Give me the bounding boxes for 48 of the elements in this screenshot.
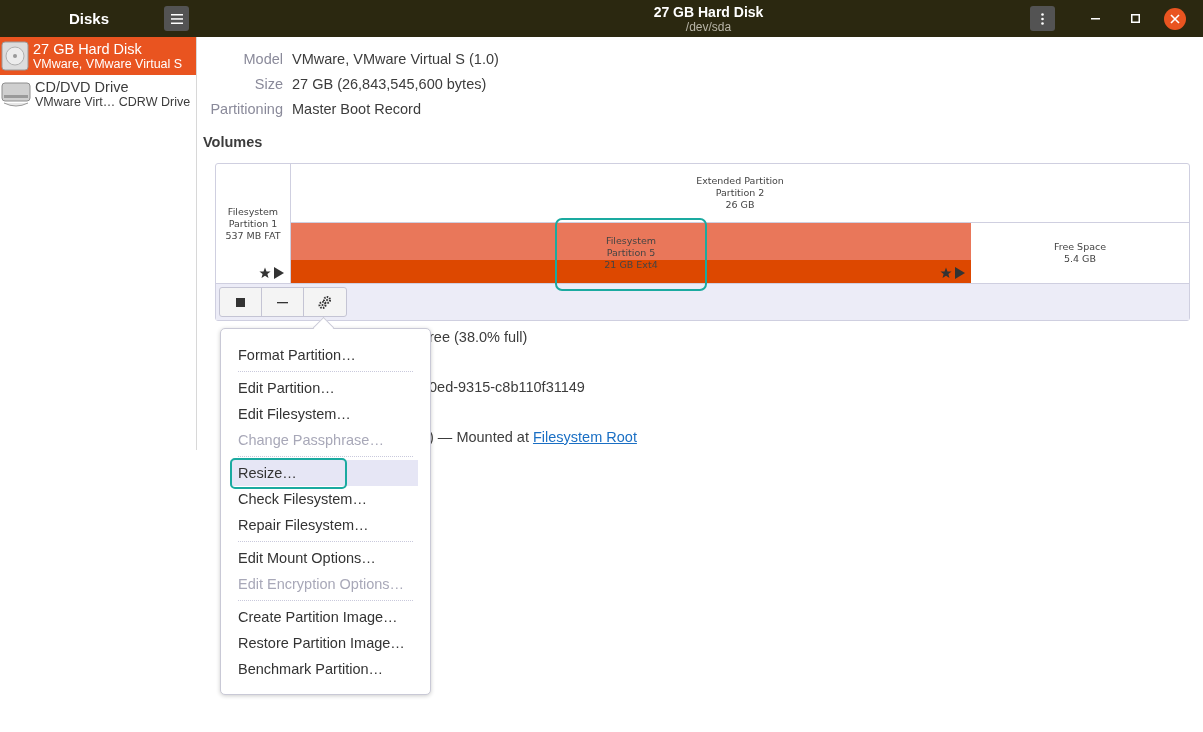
drive-model: VMware, VMware Virtual S (33, 57, 183, 71)
menu-item[interactable]: Resize… (230, 460, 418, 486)
app-title: Disks (68, 10, 110, 27)
field-label: Partitioning (209, 100, 283, 119)
menu-item[interactable]: Restore Partition Image… (230, 630, 418, 656)
kebab-icon (1041, 12, 1044, 25)
close-icon (1164, 7, 1186, 30)
drive-item[interactable]: 27 GB Hard Disk VMware, VMware Virtual S (0, 37, 196, 75)
more-button[interactable] (1030, 6, 1055, 31)
optical-drive-icon (1, 79, 31, 109)
free-space-block[interactable]: Free Space 5.4 GB (971, 223, 1189, 283)
field-value: Master Boot Record (292, 100, 422, 119)
drive-item[interactable]: CD/DVD Drive VMware Virt… CDRW Drive (0, 75, 196, 113)
menu-item[interactable]: Edit Mount Options… (230, 545, 418, 571)
section-heading: Volumes (203, 133, 264, 152)
menu-item[interactable]: Edit Filesystem… (230, 401, 418, 427)
menu-item[interactable]: Create Partition Image… (230, 604, 418, 630)
star-icon (940, 267, 952, 279)
partition-label: Filesystem Partition 5 21 GB Ext4 (604, 235, 658, 271)
gears-icon (318, 295, 332, 309)
menu-item[interactable]: Format Partition… (230, 342, 418, 368)
drive-name: CD/DVD Drive (35, 79, 130, 95)
field-value: 0ed-9315-c8b110f31149 (429, 378, 586, 397)
drive-name: 27 GB Hard Disk (33, 41, 143, 57)
window-subtitle: /dev/sda (685, 19, 732, 34)
partition-block[interactable]: Filesystem Partition 5 21 GB Ext4 (291, 223, 971, 283)
stop-icon (235, 296, 246, 308)
play-icon (274, 267, 284, 279)
partition-label: Filesystem Partition 1 537 MB FAT (225, 205, 281, 242)
field-label: Model (242, 50, 283, 69)
drive-model: VMware Virt… CDRW Drive (35, 95, 191, 109)
menu-item[interactable]: Edit Partition… (230, 375, 418, 401)
menu-icon (170, 13, 183, 24)
partition-label: Extended Partition Partition 2 26 GB (696, 175, 784, 211)
menu-item[interactable]: Check Filesystem… (230, 486, 418, 512)
menu-item[interactable]: Repair Filesystem… (230, 512, 418, 538)
window-title: 27 GB Hard Disk (653, 3, 764, 20)
mount-link[interactable]: Filesystem Root (532, 429, 637, 445)
menu-item[interactable]: Benchmark Partition… (230, 656, 418, 682)
menu-button[interactable] (164, 6, 189, 31)
maximize-icon (1130, 14, 1140, 23)
minimize-icon (1090, 17, 1100, 20)
star-icon (259, 267, 271, 279)
play-icon (955, 267, 965, 279)
partition-label: Free Space 5.4 GB (1053, 241, 1107, 265)
field-value: 27 GB (26,843,545,600 bytes) (292, 75, 488, 94)
field-value: VMware, VMware Virtual S (1.0) (292, 50, 499, 69)
field-label: Size (253, 75, 283, 94)
